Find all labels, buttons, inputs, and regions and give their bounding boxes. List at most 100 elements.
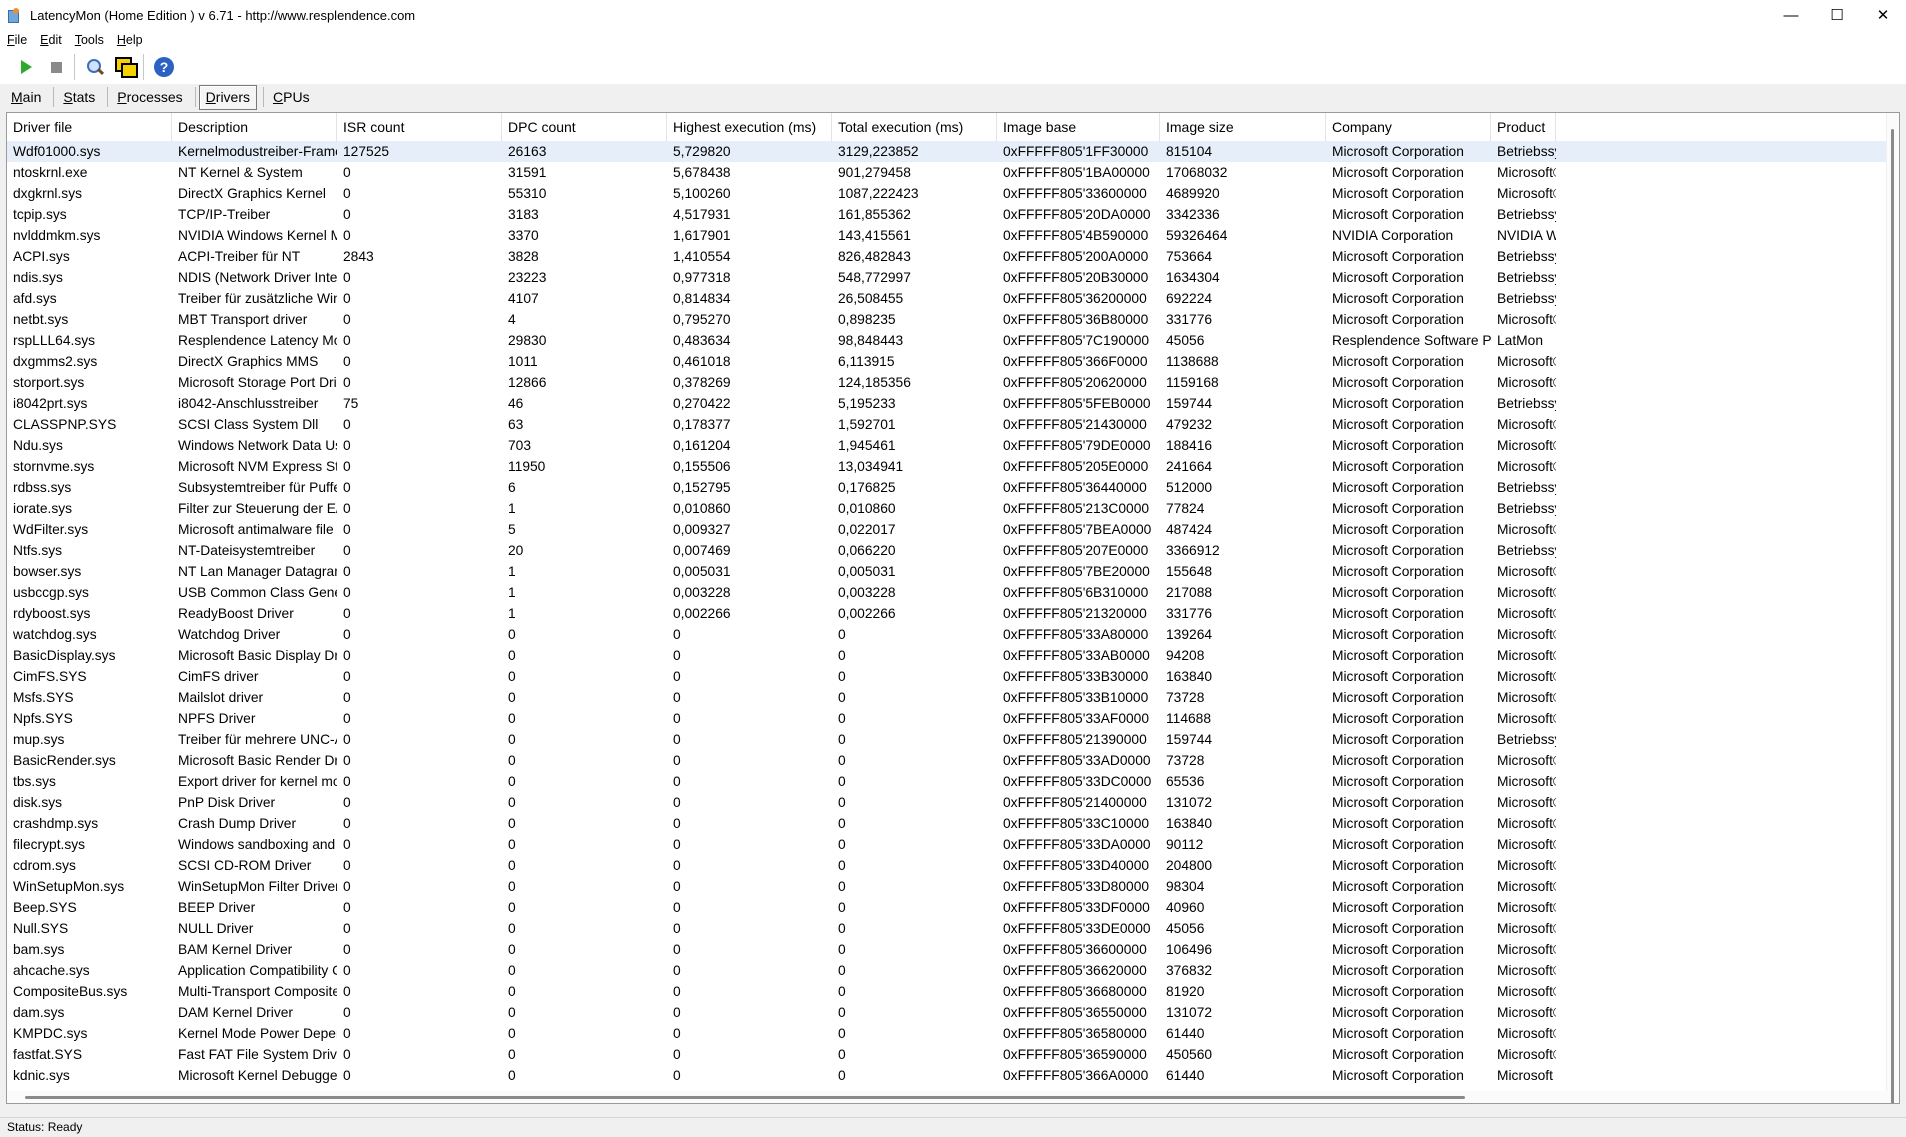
table-row[interactable]: netbt.sys MBT Transport driver 0 4 0,795270 0… bbox=[7, 309, 1887, 330]
table-row[interactable]: stornvme.sys Microsoft NVM Express Stor..… bbox=[7, 456, 1887, 477]
table-row[interactable]: Npfs.SYS NPFS Driver 0 0 0 0 0xFFFFF805'33AF00… bbox=[7, 708, 1887, 729]
drivers-list[interactable]: Driver file Description ISR count DPC count… bbox=[6, 112, 1900, 1104]
table-row[interactable]: disk.sys PnP Disk Driver 0 0 0 0 0xFFFFF805'21… bbox=[7, 792, 1887, 813]
table-cell: Microsoft Corporation bbox=[1332, 1047, 1464, 1062]
table-row[interactable]: nvlddmkm.sys NVIDIA Windows Kernel Mod...… bbox=[7, 225, 1887, 246]
tab-processes[interactable]: Processes bbox=[111, 86, 188, 109]
vertical-scroll-thumb[interactable] bbox=[1891, 129, 1894, 1103]
tab-stats[interactable]: Stats bbox=[57, 86, 101, 109]
tab-cpus[interactable]: CPUs bbox=[267, 86, 316, 109]
table-row[interactable]: afd.sys Treiber für zusätzliche WinS... 0 4… bbox=[7, 288, 1887, 309]
column-header-cell[interactable]: Image base bbox=[997, 113, 1160, 141]
table-cell: 0 bbox=[508, 837, 516, 852]
table-row[interactable]: WdFilter.sys Microsoft antimalware file s… bbox=[7, 519, 1887, 540]
table-row[interactable]: iorate.sys Filter zur Steuerung der E/A-.… bbox=[7, 498, 1887, 519]
horizontal-scroll-thumb[interactable] bbox=[25, 1096, 1465, 1099]
close-button[interactable]: ✕ bbox=[1860, 0, 1906, 30]
table-cell: Beep.SYS bbox=[13, 900, 77, 915]
table-cell: tcpip.sys bbox=[13, 207, 67, 222]
maximize-button[interactable]: ☐ bbox=[1814, 0, 1860, 30]
column-header-cell[interactable]: DPC count bbox=[502, 113, 667, 141]
table-cell: Crash Dump Driver bbox=[178, 816, 297, 831]
horizontal-scrollbar[interactable] bbox=[7, 1091, 1887, 1103]
column-header-cell[interactable]: Image size bbox=[1160, 113, 1326, 141]
table-row[interactable]: dam.sys DAM Kernel Driver 0 0 0 0 0xFFFFF805'3… bbox=[7, 1002, 1887, 1023]
column-header-cell[interactable]: Driver file bbox=[7, 113, 172, 141]
table-row[interactable]: bowser.sys NT Lan Manager Datagram ... 0 1 0… bbox=[7, 561, 1887, 582]
table-row[interactable]: watchdog.sys Watchdog Driver 0 0 0 0 0xFFFFF80… bbox=[7, 624, 1887, 645]
play-icon bbox=[20, 60, 32, 74]
table-cell: 0 bbox=[838, 984, 846, 999]
table-row[interactable]: dxgkrnl.sys DirectX Graphics Kernel 0 55310… bbox=[7, 183, 1887, 204]
table-row[interactable]: CimFS.SYS CimFS driver 0 0 0 0 0xFFFFF805'33B3… bbox=[7, 666, 1887, 687]
table-cell: 0xFFFFF805'7BEA0000 bbox=[1003, 522, 1152, 537]
table-row[interactable]: Ntfs.sys NT-Dateisystemtreiber 0 20 0,007469… bbox=[7, 540, 1887, 561]
menu-file[interactable]: File bbox=[0, 33, 33, 47]
start-button[interactable] bbox=[12, 53, 40, 81]
table-row[interactable]: CompositeBus.sys Multi-Transport Composit… bbox=[7, 981, 1887, 1002]
help-icon: ? bbox=[154, 57, 174, 77]
column-header-cell[interactable]: Product bbox=[1491, 113, 1556, 141]
table-cell: 159744 bbox=[1166, 396, 1213, 411]
tab-main[interactable]: Main bbox=[5, 86, 47, 109]
table-row[interactable]: filecrypt.sys Windows sandboxing and e...… bbox=[7, 834, 1887, 855]
help-button[interactable]: ? bbox=[150, 53, 178, 81]
table-row[interactable]: crashdmp.sys Crash Dump Driver 0 0 0 0 0xFFFFF… bbox=[7, 813, 1887, 834]
table-cell: Fast FAT File System Driver bbox=[178, 1047, 337, 1062]
table-row[interactable]: fastfat.SYS Fast FAT File System Driver 0 0… bbox=[7, 1044, 1887, 1065]
vertical-scrollbar[interactable] bbox=[1886, 113, 1899, 1103]
table-row[interactable]: dxgmms2.sys DirectX Graphics MMS 0 1011 0,46… bbox=[7, 351, 1887, 372]
table-row[interactable]: Msfs.SYS Mailslot driver 0 0 0 0 0xFFFFF805'33… bbox=[7, 687, 1887, 708]
table-cell: 0 bbox=[673, 690, 681, 705]
table-cell: 90112 bbox=[1166, 837, 1204, 852]
menu-help[interactable]: Help bbox=[110, 33, 149, 47]
table-cell: 0,176825 bbox=[838, 480, 896, 495]
table-row[interactable]: ntoskrnl.exe NT Kernel & System 0 31591 5,67… bbox=[7, 162, 1887, 183]
table-row[interactable]: ahcache.sys Application Compatibility Cac… bbox=[7, 960, 1887, 981]
windows-button[interactable] bbox=[111, 53, 139, 81]
table-cell: 0xFFFFF805'21320000 bbox=[1003, 606, 1147, 621]
table-row[interactable]: WinSetupMon.sys WinSetupMon Filter Driver… bbox=[7, 876, 1887, 897]
table-row[interactable]: Ndu.sys Windows Network Data Usa... 0 703 0,… bbox=[7, 435, 1887, 456]
table-row[interactable]: bam.sys BAM Kernel Driver 0 0 0 0 0xFFFFF805'3… bbox=[7, 939, 1887, 960]
table-cell: Microsoft® bbox=[1497, 354, 1556, 369]
table-cell: Application Compatibility Cac... bbox=[178, 963, 337, 978]
table-cell: 61440 bbox=[1166, 1026, 1205, 1041]
table-row[interactable]: CLASSPNP.SYS SCSI Class System Dll 0 63 0,17… bbox=[7, 414, 1887, 435]
table-row[interactable]: rdbss.sys Subsystemtreiber für Puffer... 0… bbox=[7, 477, 1887, 498]
stop-button[interactable] bbox=[42, 53, 70, 81]
table-cell: NT Kernel & System bbox=[178, 165, 303, 180]
column-header-cell[interactable]: Highest execution (ms) bbox=[667, 113, 832, 141]
table-cell: 0 bbox=[343, 270, 351, 285]
analyze-button[interactable] bbox=[81, 53, 109, 81]
table-row[interactable]: tcpip.sys TCP/IP-Treiber 0 3183 4,517931 161,… bbox=[7, 204, 1887, 225]
table-row[interactable]: BasicDisplay.sys Microsoft Basic Display … bbox=[7, 645, 1887, 666]
minimize-button[interactable]: — bbox=[1768, 0, 1814, 30]
tab-drivers[interactable]: Drivers bbox=[198, 84, 258, 110]
table-row[interactable]: ndis.sys NDIS (Network Driver Interf... 0 2… bbox=[7, 267, 1887, 288]
table-row[interactable]: Null.SYS NULL Driver 0 0 0 0 0xFFFFF805'33DE00… bbox=[7, 918, 1887, 939]
column-header-cell[interactable]: Description bbox=[172, 113, 337, 141]
table-row[interactable]: storport.sys Microsoft Storage Port Drive… bbox=[7, 372, 1887, 393]
table-cell: 0 bbox=[508, 774, 516, 789]
table-row[interactable]: Beep.SYS BEEP Driver 0 0 0 0 0xFFFFF805'33DF00… bbox=[7, 897, 1887, 918]
table-row[interactable]: i8042prt.sys i8042-Anschlusstreiber 75 46 0,… bbox=[7, 393, 1887, 414]
table-row[interactable]: kdnic.sys Microsoft Kernel Debugger N... 0… bbox=[7, 1065, 1887, 1086]
column-header-cell[interactable]: Company bbox=[1326, 113, 1491, 141]
menu-edit[interactable]: Edit bbox=[33, 33, 68, 47]
table-row[interactable]: usbccgp.sys USB Common Class Generic ... 0… bbox=[7, 582, 1887, 603]
table-cell: 0,009327 bbox=[673, 522, 731, 537]
table-row[interactable]: mup.sys Treiber für mehrere UNC-An... 0 0 0 0… bbox=[7, 729, 1887, 750]
table-row[interactable]: KMPDC.sys Kernel Mode Power Depend... 0 0 0 0… bbox=[7, 1023, 1887, 1044]
table-cell: 0 bbox=[343, 228, 351, 243]
table-row[interactable]: Wdf01000.sys Kernelmodustreiber-Framew...… bbox=[7, 141, 1887, 162]
column-header-cell[interactable]: ISR count bbox=[337, 113, 502, 141]
menu-tools[interactable]: Tools bbox=[68, 33, 110, 47]
column-header-cell[interactable]: Total execution (ms) bbox=[832, 113, 997, 141]
table-row[interactable]: cdrom.sys SCSI CD-ROM Driver 0 0 0 0 0xFFFFF80… bbox=[7, 855, 1887, 876]
table-row[interactable]: tbs.sys Export driver for kernel mod... 0 0… bbox=[7, 771, 1887, 792]
table-row[interactable]: rdyboost.sys ReadyBoost Driver 0 1 0,002266 0… bbox=[7, 603, 1887, 624]
table-row[interactable]: ACPI.sys ACPI-Treiber für NT 2843 3828 1,410… bbox=[7, 246, 1887, 267]
table-row[interactable]: BasicRender.sys Microsoft Basic Render Dr… bbox=[7, 750, 1887, 771]
table-row[interactable]: rspLLL64.sys Resplendence Latency Monit..… bbox=[7, 330, 1887, 351]
